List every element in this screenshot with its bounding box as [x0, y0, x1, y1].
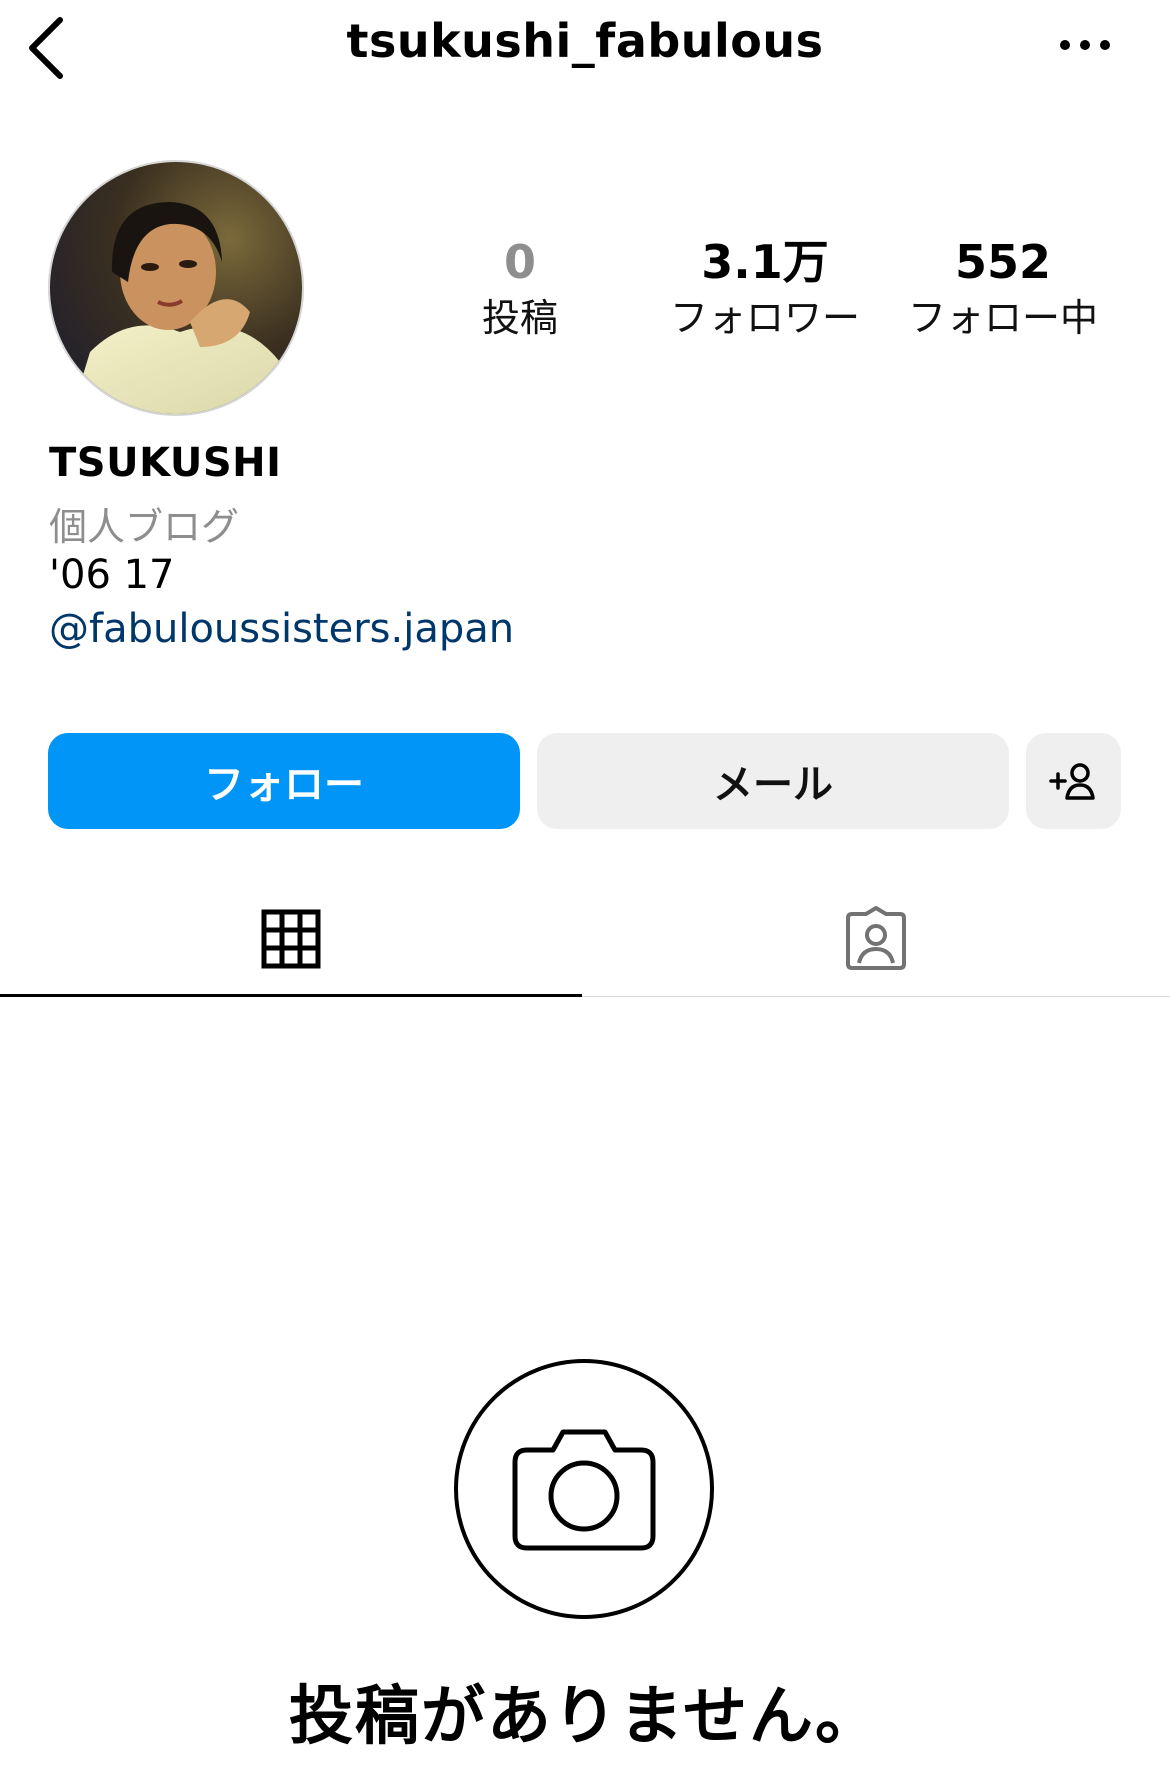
- followers-count[interactable]: 3.1万 フォロワー: [650, 234, 880, 344]
- tagged-person-icon: [846, 906, 906, 970]
- following-value: 552: [954, 235, 1052, 289]
- tab-divider: [582, 996, 1170, 997]
- active-tab-indicator: [0, 994, 582, 997]
- follow-button[interactable]: フォロー: [48, 733, 520, 829]
- mail-button[interactable]: メール: [537, 733, 1009, 829]
- profile-photo: [50, 162, 302, 414]
- posts-value: 0: [503, 235, 536, 289]
- page-title: tsukushi_fabulous: [346, 14, 824, 68]
- more-options-button[interactable]: [1055, 20, 1115, 70]
- linked-account[interactable]: @fabuloussisters.japan: [49, 606, 514, 652]
- followers-value: 3.1万: [701, 235, 829, 289]
- camera-icon: [454, 1359, 714, 1619]
- empty-state-camera: [453, 1358, 715, 1620]
- tab-tagged[interactable]: [582, 880, 1170, 998]
- following-count[interactable]: 552 フォロー中: [893, 234, 1113, 344]
- posts-label: 投稿: [481, 296, 558, 340]
- tab-posts-grid[interactable]: [0, 880, 582, 998]
- bio-text: '06 17: [49, 552, 175, 598]
- display-name: TSUKUSHI: [49, 440, 282, 486]
- suggest-accounts-button[interactable]: [1026, 733, 1121, 829]
- profile-category: 個人ブログ: [49, 505, 240, 549]
- ellipsis-icon: [1060, 40, 1110, 50]
- empty-state-message: 投稿がありません。: [288, 1680, 882, 1754]
- avatar[interactable]: [48, 160, 304, 416]
- followers-label: フォロワー: [669, 296, 860, 340]
- add-person-icon: [1048, 763, 1095, 800]
- posts-count: 0 投稿: [410, 234, 630, 344]
- grid-icon: [261, 909, 321, 969]
- following-label: フォロー中: [907, 296, 1098, 340]
